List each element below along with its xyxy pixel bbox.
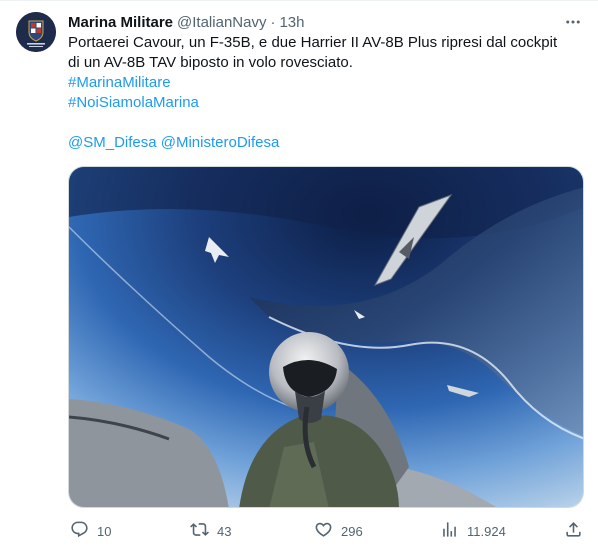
tweet-text: Portaerei Cavour, un F-35B, e due Harrie… xyxy=(68,33,588,153)
action-bar: 10 43 296 11.924 xyxy=(68,518,588,544)
reply-button[interactable]: 10 xyxy=(70,518,111,544)
divider xyxy=(0,0,598,1)
timestamp[interactable]: 13h xyxy=(279,14,304,31)
like-count: 296 xyxy=(341,523,363,539)
views-count: 11.924 xyxy=(467,523,506,539)
views-button[interactable]: 11.924 xyxy=(440,518,506,544)
tweet-header: Marina Militare @ItalianNavy · 13h xyxy=(68,12,305,32)
separator: · xyxy=(270,13,276,31)
tweet[interactable]: Marina Militare @ItalianNavy · 13h Porta… xyxy=(0,0,598,553)
tweet-text-line: di un AV-8B TAV biposto in volo rovescia… xyxy=(68,54,353,71)
author-handle[interactable]: @ItalianNavy xyxy=(177,14,266,31)
retweet-button[interactable]: 43 xyxy=(190,518,231,544)
hashtag-link[interactable]: #MarinaMilitare xyxy=(68,73,588,93)
share-icon xyxy=(564,520,583,542)
mentions-link[interactable]: @SM_Difesa @MinisteroDifesa xyxy=(68,133,588,153)
views-icon xyxy=(440,520,459,542)
reply-count: 10 xyxy=(97,523,112,539)
like-button[interactable]: 296 xyxy=(314,518,363,544)
like-icon xyxy=(314,520,333,542)
retweet-count: 43 xyxy=(217,523,232,539)
share-button[interactable] xyxy=(564,518,583,544)
tweet-photo[interactable] xyxy=(68,166,584,508)
more-icon[interactable] xyxy=(560,12,586,32)
reply-icon xyxy=(70,520,89,542)
tweet-text-line: Portaerei Cavour, un F-35B, e due Harrie… xyxy=(68,34,558,51)
hashtag-link[interactable]: #NoiSiamolaMarina xyxy=(68,93,588,113)
author-name[interactable]: Marina Militare xyxy=(68,14,173,31)
avatar[interactable] xyxy=(16,12,56,52)
retweet-icon xyxy=(190,520,209,542)
